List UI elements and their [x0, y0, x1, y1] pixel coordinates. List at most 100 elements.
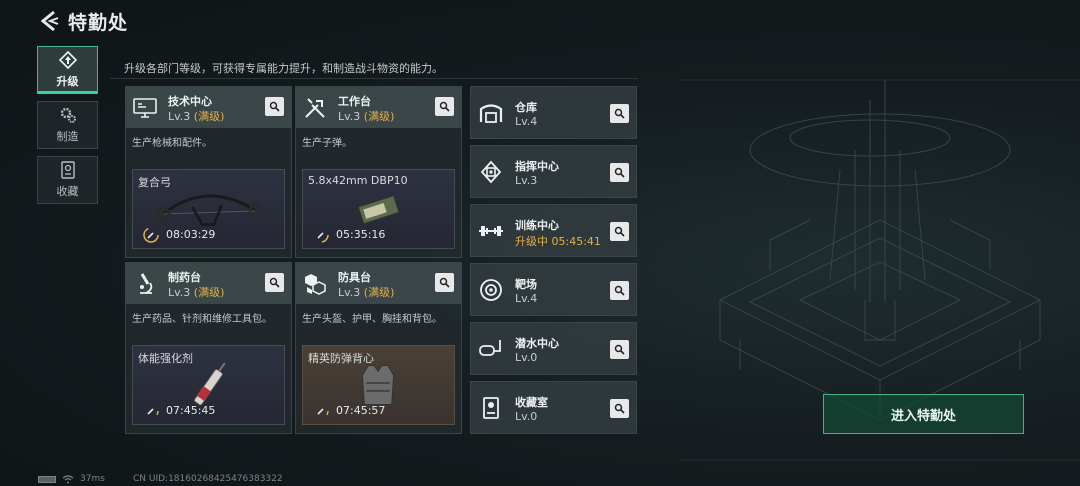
magnifier-button[interactable]	[610, 104, 629, 123]
craft-timer: 07:45:45	[166, 404, 216, 417]
magnifier-button[interactable]	[610, 163, 629, 182]
craft-timer: 07:45:57	[336, 404, 386, 417]
workshop-card-workbench[interactable]: 工作台 Lv.3 (满级) 生产子弹。 5.8x42mm DBP10 05:35…	[295, 86, 462, 258]
workshop-level: Lv.3 (满级)	[338, 284, 394, 300]
upgrade-icon	[58, 51, 77, 69]
facility-name: 仓库	[515, 101, 537, 114]
facility-name: 靶场	[515, 278, 537, 291]
battery-icon	[38, 475, 56, 483]
workshop-description: 生产头盔、护甲、胸挂和背包。	[302, 314, 442, 325]
magnifier-button[interactable]	[610, 399, 629, 418]
facility-level: Lv.0	[515, 410, 538, 423]
craft-item-name: 5.8x42mm DBP10	[308, 174, 408, 187]
workshop-name: 工作台	[338, 95, 371, 108]
craft-item-name: 体能强化剂	[138, 352, 193, 365]
facility-collection-room[interactable]: 收藏室 Lv.0	[470, 381, 637, 434]
card-header: 技术中心 Lv.3 (满级)	[126, 87, 291, 128]
max-level-badge: (满级)	[193, 286, 225, 299]
workshop-level: Lv.3 (满级)	[338, 108, 394, 124]
max-level-badge: (满级)	[363, 110, 395, 123]
magnifier-button[interactable]	[610, 222, 629, 241]
craft-slot[interactable]: 复合弓 08:03:29	[132, 169, 285, 249]
level-value: Lv.3	[168, 110, 191, 123]
workshop-name: 技术中心	[168, 95, 212, 108]
level-value: Lv.3	[338, 110, 361, 123]
level-value: Lv.3	[168, 286, 191, 299]
facility-shooting-range[interactable]: 靶场 Lv.4	[470, 263, 637, 316]
tab-collection-label: 收藏	[56, 185, 79, 198]
network-status: 37ms	[38, 474, 105, 484]
back-arrow-icon[interactable]	[38, 10, 60, 32]
tab-craft[interactable]: 制造	[37, 101, 98, 149]
magnifier-button[interactable]	[265, 273, 284, 292]
facility-level: Lv.3	[515, 174, 538, 187]
magnifier-button[interactable]	[435, 97, 454, 116]
magnifier-icon	[269, 277, 280, 288]
facility-training-center[interactable]: 训练中心 升级中 05:45:41	[470, 204, 637, 257]
card-header: 防具台 Lv.3 (满级)	[296, 263, 461, 304]
workshop-card-tech-center[interactable]: 技术中心 Lv.3 (满级) 生产枪械和配件。 复合弓 08:03:29	[125, 86, 292, 258]
header-divider	[110, 78, 638, 79]
ping-value: 37ms	[80, 474, 105, 484]
magnifier-button[interactable]	[610, 281, 629, 300]
magnifier-icon	[439, 101, 450, 112]
magnifier-button[interactable]	[610, 340, 629, 359]
tab-craft-label: 制造	[56, 130, 79, 143]
wrench-timer-icon	[143, 403, 159, 419]
chip-icon	[480, 160, 502, 184]
workshop-level: Lv.3 (满级)	[168, 284, 224, 300]
user-uid: CN UID:18160268425476383322	[133, 474, 283, 484]
craft-item-name: 复合弓	[138, 176, 171, 189]
page-title: 特勤处	[68, 12, 129, 34]
workshop-name: 制药台	[168, 271, 201, 284]
workshop-description: 生产子弹。	[302, 138, 352, 149]
magnifier-button[interactable]	[435, 273, 454, 292]
craft-slot[interactable]: 体能强化剂 07:45:45	[132, 345, 285, 425]
workshop-level: Lv.3 (满级)	[168, 108, 224, 124]
craft-slot[interactable]: 精英防弹背心 07:45:57	[302, 345, 455, 425]
microscope-icon	[140, 273, 153, 294]
wifi-icon	[62, 474, 74, 483]
level-value: Lv.3	[338, 286, 361, 299]
magnifier-icon	[439, 277, 450, 288]
wrench-timer-icon	[313, 403, 329, 419]
facility-level: Lv.4	[515, 115, 538, 128]
wrench-timer-icon	[313, 227, 329, 243]
workshop-card-armor-bench[interactable]: 防具台 Lv.3 (满级) 生产头盔、护甲、胸挂和背包。 精英防弹背心 07:4…	[295, 262, 462, 434]
magnifier-button[interactable]	[265, 97, 284, 116]
facility-name: 指挥中心	[515, 160, 559, 173]
wrench-timer-icon	[143, 227, 159, 243]
tab-collection[interactable]: 收藏	[37, 156, 98, 204]
facility-level: Lv.4	[515, 292, 538, 305]
magnifier-icon	[614, 226, 625, 237]
max-level-badge: (满级)	[193, 110, 225, 123]
craft-slot[interactable]: 5.8x42mm DBP10 05:35:16	[302, 169, 455, 249]
card-header: 制药台 Lv.3 (满级)	[126, 263, 291, 304]
facility-command-center[interactable]: 指挥中心 Lv.3	[470, 145, 637, 198]
facility-warehouse[interactable]: 仓库 Lv.4	[470, 86, 637, 139]
craft-item-name: 精英防弹背心	[308, 352, 374, 365]
tab-upgrade-label: 升级	[56, 75, 79, 88]
armor-blocks-icon	[305, 274, 326, 295]
craft-timer: 08:03:29	[166, 228, 216, 241]
workshop-description: 生产枪械和配件。	[132, 138, 212, 149]
magnifier-icon	[614, 403, 625, 414]
collection-icon	[60, 161, 75, 179]
dive-mask-icon	[479, 340, 501, 356]
tab-upgrade[interactable]: 升级	[37, 46, 98, 94]
facility-name: 收藏室	[515, 396, 548, 409]
workshop-name: 防具台	[338, 271, 371, 284]
facility-level: Lv.0	[515, 351, 538, 364]
monitor-icon	[133, 98, 157, 118]
facility-dive-center[interactable]: 潜水中心 Lv.0	[470, 322, 637, 375]
display-case-icon	[483, 397, 499, 419]
workshop-card-pharmacy[interactable]: 制药台 Lv.3 (满级) 生产药品、针剂和维修工具包。 体能强化剂 07:45…	[125, 262, 292, 434]
intro-text: 升级各部门等级，可获得专属能力提升，和制造战斗物资的能力。	[124, 62, 443, 75]
enter-special-ops-button[interactable]: 进入特勤处	[823, 394, 1024, 434]
magnifier-icon	[614, 344, 625, 355]
magnifier-icon	[614, 167, 625, 178]
warehouse-icon	[479, 104, 503, 123]
facility-upgrade-timer: 升级中 05:45:41	[515, 235, 601, 248]
magnifier-icon	[269, 101, 280, 112]
facility-name: 潜水中心	[515, 337, 559, 350]
